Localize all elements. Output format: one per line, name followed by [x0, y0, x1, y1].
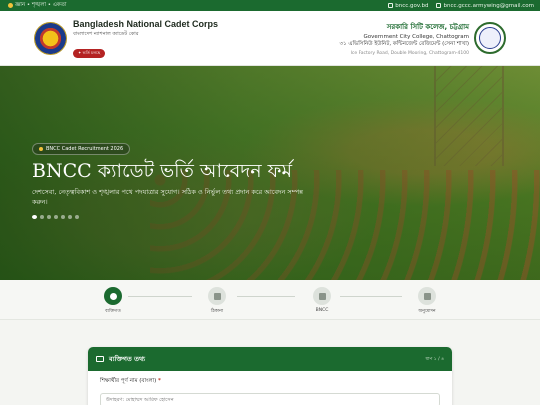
college-name-en: Government City College, Chattogram	[363, 33, 469, 40]
recruitment-pill: BNCC Cadet Recruitment 2026	[32, 143, 131, 155]
bncc-logo	[34, 21, 67, 55]
email-text: bncc.gccc.armywing@gmail.com	[443, 2, 534, 9]
pill-text: BNCC Cadet Recruitment 2026	[46, 146, 124, 152]
carousel-dot[interactable]	[68, 215, 72, 220]
carousel-dot[interactable]	[32, 215, 37, 220]
upload-icon	[423, 292, 431, 300]
brand[interactable]: Bangladesh National Cadet Corps বাংলাদেশ…	[34, 19, 218, 58]
form-steps: ব্যক্তিগত ঠিকানা BNCC অনুমোদন	[0, 280, 540, 320]
carousel-dots[interactable]	[32, 215, 332, 220]
motto: জ্ঞান • শৃঙ্খলা • একতা	[8, 2, 67, 10]
emblem-icon	[8, 3, 13, 8]
org-name: Bangladesh National Cadet Corps	[73, 18, 219, 29]
top-bar: জ্ঞান • শৃঙ্খলা • একতা bncc.gov.bd bncc.…	[0, 0, 540, 11]
college-address: Ice Factory Road, Double Mooring, Chatto…	[350, 50, 469, 56]
carousel-dot[interactable]	[54, 215, 58, 220]
website-text: bncc.gov.bd	[395, 2, 429, 9]
hero-banner: BNCC Cadet Recruitment 2026 BNCC ক্যাডেট…	[0, 66, 540, 280]
section-title: ব্যক্তিগত তথ্য	[109, 354, 146, 363]
card-header: ব্যক্তিগত তথ্য ধাপ ১ / ৪	[88, 347, 452, 371]
hero-subtitle: দেশসেবা, নেতৃত্ববিকাশ ও শৃঙ্খলার পথে পদয…	[32, 187, 303, 206]
step-approval[interactable]: অনুমোদন	[407, 287, 447, 315]
required-mark: *	[158, 378, 161, 384]
person-icon	[109, 292, 117, 300]
carousel-dot[interactable]	[75, 215, 79, 220]
college-logo	[474, 22, 506, 54]
star-icon	[318, 292, 326, 300]
id-card-icon	[96, 356, 104, 362]
step-personal[interactable]: ব্যক্তিগত	[93, 287, 133, 315]
personal-info-card: ব্যক্তিগত তথ্য ধাপ ১ / ৪ শিক্ষার্থীর পূর…	[88, 347, 452, 405]
map-icon	[213, 292, 221, 300]
full-name-bn-input[interactable]	[100, 393, 440, 405]
site-header: Bangladesh National Cadet Corps বাংলাদেশ…	[0, 11, 540, 66]
carousel-dot[interactable]	[47, 215, 51, 220]
unit-name: ৩১ এভিসিনিউ ইউনিট, কন্টিনজেন্ট রেজিমেন্ট…	[339, 40, 469, 47]
carousel-dot[interactable]	[40, 215, 44, 220]
hero-title: BNCC ক্যাডেট ভর্তি আবেদন ফর্ম	[32, 160, 293, 182]
step-bncc[interactable]: BNCC	[302, 287, 342, 313]
college-name-bn: সরকারি সিটি কলেজ, চট্টগ্রাম	[386, 22, 469, 31]
website-link[interactable]: bncc.gov.bd	[388, 3, 428, 9]
college-info: সরকারি সিটি কলেজ, চট্টগ্রাম Government C…	[339, 21, 506, 56]
email-link[interactable]: bncc.gccc.armywing@gmail.com	[436, 3, 534, 9]
motto-text: জ্ঞান • শৃঙ্খলা • একতা	[15, 1, 67, 8]
step-address[interactable]: ঠিকানা	[197, 287, 237, 315]
step-indicator: ধাপ ১ / ৪	[425, 356, 444, 362]
carousel-dot[interactable]	[61, 215, 65, 220]
admission-badge: ✦ ভর্তি চলছে	[73, 48, 106, 58]
step-label: অনুমোদন	[418, 309, 436, 314]
globe-icon	[388, 3, 394, 8]
name-field-label: শিক্ষার্থীর পূর্ণ নাম (বাংলা) *	[100, 378, 161, 384]
org-name-bn: বাংলাদেশ ন্যাশনাল ক্যাডেট কোর	[73, 30, 139, 37]
step-label: ঠিকানা	[210, 309, 224, 314]
step-label: BNCC	[315, 308, 329, 313]
step-label: ব্যক্তিগত	[105, 309, 121, 314]
pill-dot-icon	[39, 147, 43, 151]
mail-icon	[436, 3, 442, 8]
